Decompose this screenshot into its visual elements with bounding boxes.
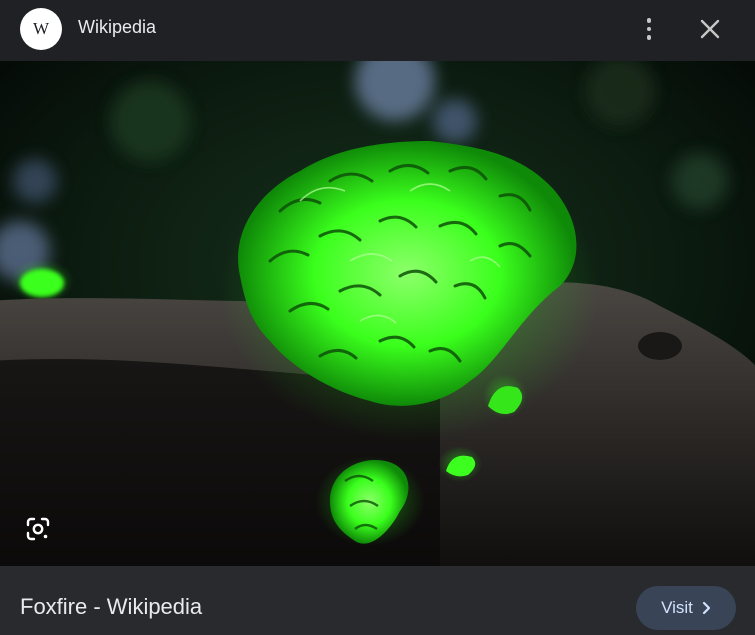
more-vertical-icon-dot xyxy=(646,18,652,23)
visit-button[interactable]: Visit xyxy=(636,586,736,630)
more-options-button[interactable] xyxy=(635,14,663,44)
page-title[interactable]: Foxfire - Wikipedia xyxy=(20,594,202,620)
more-vertical-icon-dot xyxy=(646,26,652,32)
result-footer: Foxfire - Wikipedia Visit xyxy=(0,566,755,635)
viewer-header: W Wikipedia xyxy=(0,0,755,61)
google-lens-button[interactable] xyxy=(20,511,56,547)
foxfire-photo xyxy=(0,61,755,566)
wikipedia-logo[interactable]: W xyxy=(20,8,62,50)
close-icon xyxy=(700,19,720,39)
logo-letter: W xyxy=(32,19,50,38)
close-button[interactable] xyxy=(695,14,725,44)
site-name[interactable]: Wikipedia xyxy=(78,17,156,38)
chevron-right-icon xyxy=(702,601,711,615)
visit-label: Visit xyxy=(661,598,693,617)
preview-image[interactable] xyxy=(0,61,755,566)
google-lens-icon xyxy=(26,517,50,541)
more-vertical-icon-dot xyxy=(646,35,652,40)
